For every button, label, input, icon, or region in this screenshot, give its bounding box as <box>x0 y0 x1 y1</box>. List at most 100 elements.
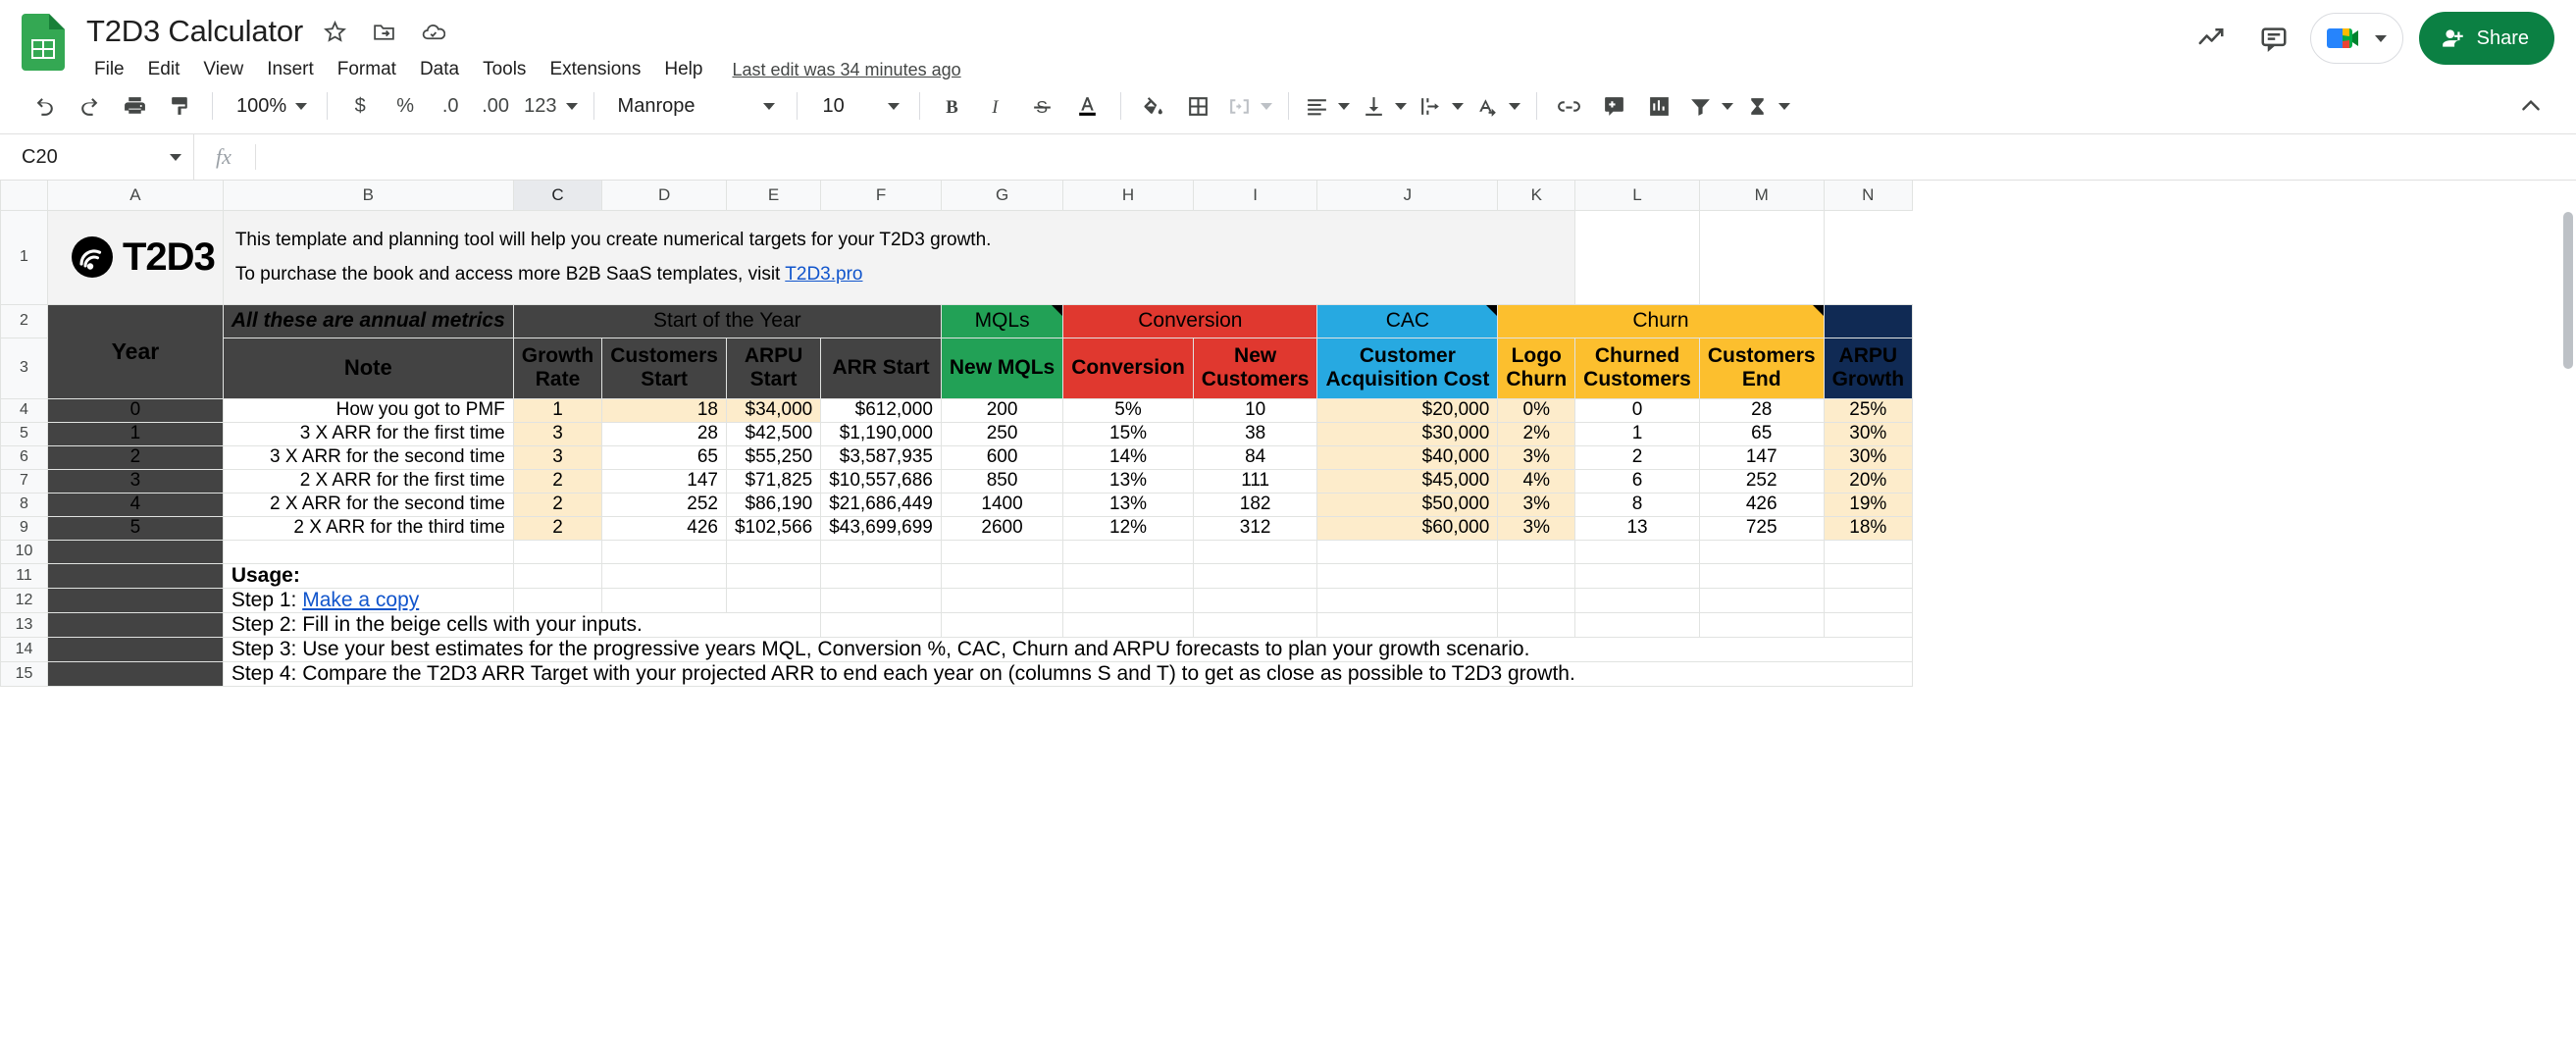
column-header-E[interactable]: E <box>725 181 822 211</box>
star-icon[interactable] <box>319 15 352 48</box>
cell-A8-year[interactable]: 4 <box>47 492 224 517</box>
column-header-J[interactable]: J <box>1316 181 1499 211</box>
cell-F11[interactable] <box>820 562 942 589</box>
cell-L12[interactable] <box>1574 587 1700 613</box>
cell-M5-customers-end[interactable]: 65 <box>1698 421 1825 446</box>
cell-A14[interactable] <box>47 636 224 662</box>
cell-M12[interactable] <box>1698 587 1825 613</box>
cell-A2-year-header[interactable]: Year <box>47 303 224 399</box>
row-header-15[interactable]: 15 <box>0 660 48 687</box>
column-header-F[interactable]: F <box>820 181 942 211</box>
cell-D11[interactable] <box>601 562 727 589</box>
cell-J11[interactable] <box>1316 562 1499 589</box>
cell-G8-new-mqls[interactable]: 1400 <box>940 492 1064 517</box>
cell-G2-mqls-group[interactable]: MQLs <box>940 303 1064 338</box>
cell-K4-logo-churn[interactable]: 0% <box>1497 397 1576 423</box>
cell-E12[interactable] <box>725 587 822 613</box>
page-title[interactable]: T2D3 Calculator <box>86 14 303 49</box>
cell-G3-new-mqls-header[interactable]: New MQLs <box>940 337 1064 399</box>
cell-D9-customers-start[interactable]: 426 <box>601 515 727 541</box>
cell-M10[interactable] <box>1698 539 1825 564</box>
text-rotation-icon[interactable] <box>1469 83 1526 129</box>
cell-N7-arpu-growth[interactable]: 20% <box>1823 468 1914 494</box>
cell-G5-new-mqls[interactable]: 250 <box>940 421 1064 446</box>
cell-K5-logo-churn[interactable]: 2% <box>1497 421 1576 446</box>
cell-N11[interactable] <box>1823 562 1914 589</box>
cell-F4-arr-start[interactable]: $612,000 <box>820 397 942 423</box>
cell-I7-new-customers[interactable]: 111 <box>1192 468 1318 494</box>
cell-E9-arpu-start[interactable]: $102,566 <box>725 515 822 541</box>
cell-J10[interactable] <box>1316 539 1499 564</box>
cell-N13[interactable] <box>1823 611 1914 638</box>
merge-cells-icon[interactable] <box>1221 83 1278 129</box>
row-header-11[interactable]: 11 <box>0 562 48 589</box>
comment-history-icon[interactable] <box>2247 12 2300 65</box>
cell-L9-churned-customers[interactable]: 13 <box>1574 515 1700 541</box>
cell-A12[interactable] <box>47 587 224 613</box>
cell-B10[interactable] <box>222 539 514 564</box>
cell-J12[interactable] <box>1316 587 1499 613</box>
cell-K11[interactable] <box>1497 562 1576 589</box>
cell-C11[interactable] <box>512 562 603 589</box>
cell-F13[interactable] <box>820 611 942 638</box>
column-header-I[interactable]: I <box>1192 181 1318 211</box>
cell-M8-customers-end[interactable]: 426 <box>1698 492 1825 517</box>
zoom-select[interactable]: 100% <box>223 83 317 129</box>
cloud-saved-icon[interactable] <box>417 15 450 48</box>
cell-E8-arpu-start[interactable]: $86,190 <box>725 492 822 517</box>
cell-L7-churned-customers[interactable]: 6 <box>1574 468 1700 494</box>
font-size-select[interactable]: 10 <box>807 83 909 129</box>
cell-C12[interactable] <box>512 587 603 613</box>
cell-H10[interactable] <box>1062 539 1194 564</box>
cell-L5-churned-customers[interactable]: 1 <box>1574 421 1700 446</box>
cell-E3-arpu-start-header[interactable]: ARPU Start <box>725 337 822 399</box>
insert-link-icon[interactable] <box>1547 83 1592 129</box>
cell-A10[interactable] <box>47 539 224 564</box>
undo-icon[interactable] <box>22 83 67 129</box>
cell-A1-logo[interactable]: T2D3 <box>47 209 224 305</box>
column-header-B[interactable]: B <box>222 181 514 211</box>
borders-icon[interactable] <box>1176 83 1221 129</box>
cell-N4-arpu-growth[interactable]: 25% <box>1823 397 1914 423</box>
cell-F6-arr-start[interactable]: $3,587,935 <box>820 444 942 470</box>
cell-L13[interactable] <box>1574 611 1700 638</box>
cell-L11[interactable] <box>1574 562 1700 589</box>
strikethrough-icon[interactable]: S <box>1020 83 1065 129</box>
cell-J5-cac[interactable]: $30,000 <box>1316 421 1499 446</box>
cell-N5-arpu-growth[interactable]: 30% <box>1823 421 1914 446</box>
cell-G11[interactable] <box>940 562 1064 589</box>
row-header-14[interactable]: 14 <box>0 636 48 662</box>
cell-D12[interactable] <box>601 587 727 613</box>
row-header-8[interactable]: 8 <box>0 492 48 517</box>
cell-G7-new-mqls[interactable]: 850 <box>940 468 1064 494</box>
cell-J6-cac[interactable]: $40,000 <box>1316 444 1499 470</box>
cell-I12[interactable] <box>1192 587 1318 613</box>
cell-K8-logo-churn[interactable]: 3% <box>1497 492 1576 517</box>
row-header-3[interactable]: 3 <box>0 337 48 399</box>
cell-K7-logo-churn[interactable]: 4% <box>1497 468 1576 494</box>
cell-N1[interactable] <box>1698 209 1825 305</box>
cell-A9-year[interactable]: 5 <box>47 515 224 541</box>
font-family-select[interactable]: Manrope <box>604 83 787 129</box>
cell-L4-churned-customers[interactable]: 0 <box>1574 397 1700 423</box>
cell-J3-cac-header[interactable]: Customer Acquisition Cost <box>1316 337 1499 399</box>
cell-C10[interactable] <box>512 539 603 564</box>
cell-I9-new-customers[interactable]: 312 <box>1192 515 1318 541</box>
t2d3-pro-link[interactable]: T2D3.pro <box>785 264 862 285</box>
column-header-L[interactable]: L <box>1574 181 1700 211</box>
cell-E5-arpu-start[interactable]: $42,500 <box>725 421 822 446</box>
cell-E6-arpu-start[interactable]: $55,250 <box>725 444 822 470</box>
collapse-toolbar-icon[interactable] <box>2509 84 2552 128</box>
cell-H4-conversion[interactable]: 5% <box>1062 397 1194 423</box>
cell-D6-customers-start[interactable]: 65 <box>601 444 727 470</box>
cell-B3-note-header[interactable]: Note <box>222 337 514 399</box>
cell-M6-customers-end[interactable]: 147 <box>1698 444 1825 470</box>
insert-comment-icon[interactable] <box>1592 83 1637 129</box>
cell-A13[interactable] <box>47 611 224 638</box>
cell-C8-growth-rate[interactable]: 2 <box>512 492 603 517</box>
cell-C6-growth-rate[interactable]: 3 <box>512 444 603 470</box>
cell-G6-new-mqls[interactable]: 600 <box>940 444 1064 470</box>
name-box[interactable]: C20 <box>0 134 194 180</box>
share-button[interactable]: Share <box>2418 12 2554 65</box>
cell-B15-step4[interactable]: Step 4: Compare the T2D3 ARR Target with… <box>222 660 1914 687</box>
